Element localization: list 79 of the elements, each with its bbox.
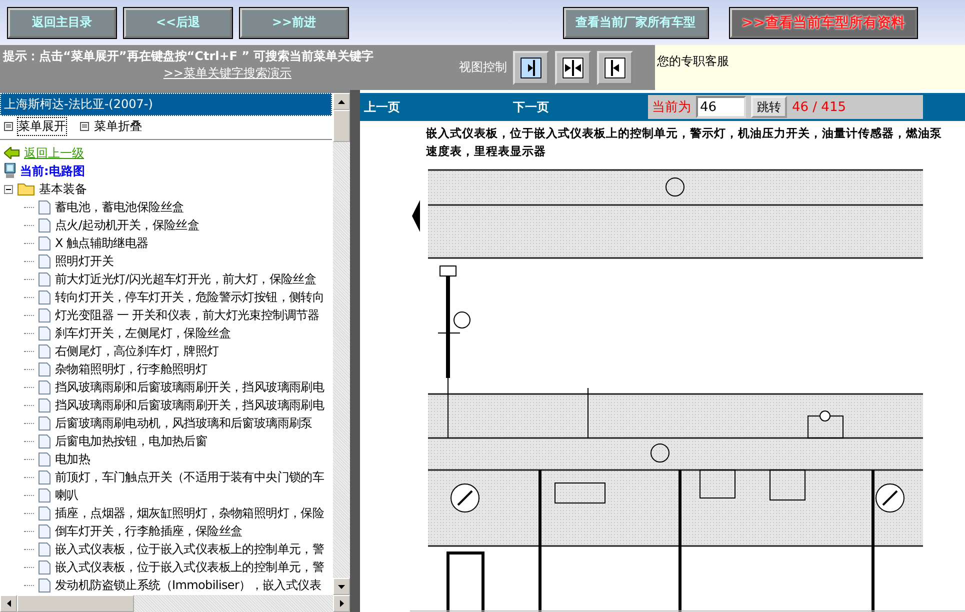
tree-item[interactable]: 嵌入式仪表板，位于嵌入式仪表板上的控制单元，警	[55, 558, 324, 576]
view-control-label: 视图控制	[459, 59, 507, 76]
document-icon	[38, 254, 51, 268]
current-page-label: 当前为	[652, 99, 691, 116]
view-split-arrow-icon	[562, 56, 584, 78]
tree-item[interactable]: 后窗电加热按钮，电加热后窗	[55, 432, 208, 450]
tree-item[interactable]: 点火/起动机开关，保险丝盒	[55, 216, 200, 234]
tree-item[interactable]: 前大灯近光灯/闪光超车灯开光，前大灯，保险丝盒	[55, 270, 316, 288]
menu-action-link[interactable]: 菜单展开	[3, 118, 67, 134]
document-icon	[38, 416, 51, 430]
document-icon	[38, 380, 51, 394]
tree-item[interactable]: 杂物箱照明灯，行李舱照明灯	[55, 360, 208, 378]
document-icon	[38, 290, 51, 304]
back-link[interactable]: 返回上一级	[24, 144, 84, 162]
list-icon	[80, 122, 89, 130]
document-icon	[38, 506, 51, 520]
view-button[interactable]	[597, 50, 633, 84]
document-icon	[38, 470, 51, 484]
scroll-thumb[interactable]	[17, 595, 134, 612]
tree-item[interactable]: X 触点辅助继电器	[55, 234, 148, 252]
folder-icon	[17, 182, 35, 196]
page-input-field[interactable]: 46	[696, 96, 746, 118]
tree-item[interactable]: 倒车灯开关，行李舱插座，保险丝盒	[55, 522, 242, 540]
document-title: 嵌入式仪表板，位于嵌入式仪表板上的控制单元，警示灯，机油压力开关，油量计传感器，燃油泵	[426, 125, 943, 142]
document-title: 速度表，里程表显示器	[426, 143, 547, 160]
tree-item[interactable]: 电加热	[55, 450, 90, 468]
jump-button[interactable]: 跳转	[751, 96, 787, 118]
sidebar-title: 上海斯柯达-法比亚-(2007-)	[0, 93, 332, 116]
menu-action-link[interactable]: 菜单折叠	[79, 118, 143, 134]
tree-item[interactable]: 右侧尾灯，高位刹车灯，牌照灯	[55, 342, 219, 360]
tree-item[interactable]: 照明灯开关	[55, 252, 114, 270]
tree-item[interactable]: 喇叭	[55, 486, 78, 504]
document-icon	[38, 326, 51, 340]
tree-item[interactable]: 转向灯开关，停车灯开关，危险警示灯按钮，侧转向	[55, 288, 324, 306]
horizontal-scrollbar[interactable]	[0, 595, 350, 612]
hint-text: 提示：点击“菜单展开”再在键盘按“Ctrl+F ” 可搜索当前菜单关键字	[2, 48, 374, 65]
view-button[interactable]	[555, 50, 591, 84]
document-icon	[38, 578, 51, 592]
tree-item[interactable]: 前顶灯，车门触点开关（不适用于装有中央门锁的车	[55, 468, 324, 486]
service-text: 您的专职客服	[657, 54, 729, 68]
tree-item[interactable]: 嵌入式仪表板，位于嵌入式仪表板上的控制单元，警	[55, 540, 324, 558]
tree-folder-label[interactable]: 基本装备	[39, 180, 87, 198]
scroll-down-icon	[338, 584, 345, 588]
scroll-thumb[interactable]	[333, 110, 350, 142]
document-icon	[38, 218, 51, 232]
document-icon	[38, 488, 51, 502]
document-icon	[38, 362, 51, 376]
view-right-arrow-icon	[520, 56, 542, 78]
document-icon	[38, 344, 51, 358]
document-icon	[38, 398, 51, 412]
tree-item[interactable]: 灯光变阻器 一 开关和仪表，前大灯光束控制调节器	[55, 306, 320, 324]
scroll-left-icon	[6, 600, 10, 607]
document-icon	[38, 236, 51, 250]
tree-item[interactable]: 刹车灯开关，左侧尾灯，保险丝盒	[55, 324, 231, 342]
scroll-up-icon	[338, 100, 345, 104]
document-icon	[38, 524, 51, 538]
document-icon	[38, 560, 51, 574]
document-icon	[38, 542, 51, 556]
previous-page-link[interactable]: 上一页	[360, 98, 509, 116]
tree-item[interactable]: 后窗玻璃雨刷电动机，风挡玻璃和后窗玻璃雨刷泵	[55, 414, 312, 432]
page-count: 46 / 415	[792, 100, 846, 114]
scroll-right-icon	[340, 600, 344, 607]
tree-item[interactable]: 挡风玻璃雨刷和后窗玻璃雨刷开关，挡风玻璃雨刷电	[55, 396, 324, 414]
tree-item[interactable]: 发动机防盗锁止系统（Immobiliser），嵌入式仪表	[55, 576, 322, 594]
back-arrow-icon	[4, 147, 20, 159]
list-icon	[4, 122, 13, 130]
document-icon	[38, 272, 51, 286]
view-left-arrow-icon	[604, 56, 626, 78]
next-page-link[interactable]: 下一页	[509, 98, 648, 116]
tree-item[interactable]: 挡风玻璃雨刷和后窗玻璃雨刷开关，挡风玻璃雨刷电	[55, 378, 324, 396]
current-section: 当前:电路图	[20, 162, 85, 180]
document-icon	[38, 308, 51, 322]
tree-item[interactable]: 插座，点烟器，烟灰缸照明灯，杂物箱照明灯，保险	[55, 504, 324, 522]
document-icon	[38, 434, 51, 448]
view-button[interactable]	[513, 50, 549, 84]
document-icon	[38, 200, 51, 214]
tree-item[interactable]: 蓄电池，蓄电池保险丝盒	[55, 198, 184, 216]
document-icon	[38, 452, 51, 466]
computer-icon	[4, 163, 16, 179]
